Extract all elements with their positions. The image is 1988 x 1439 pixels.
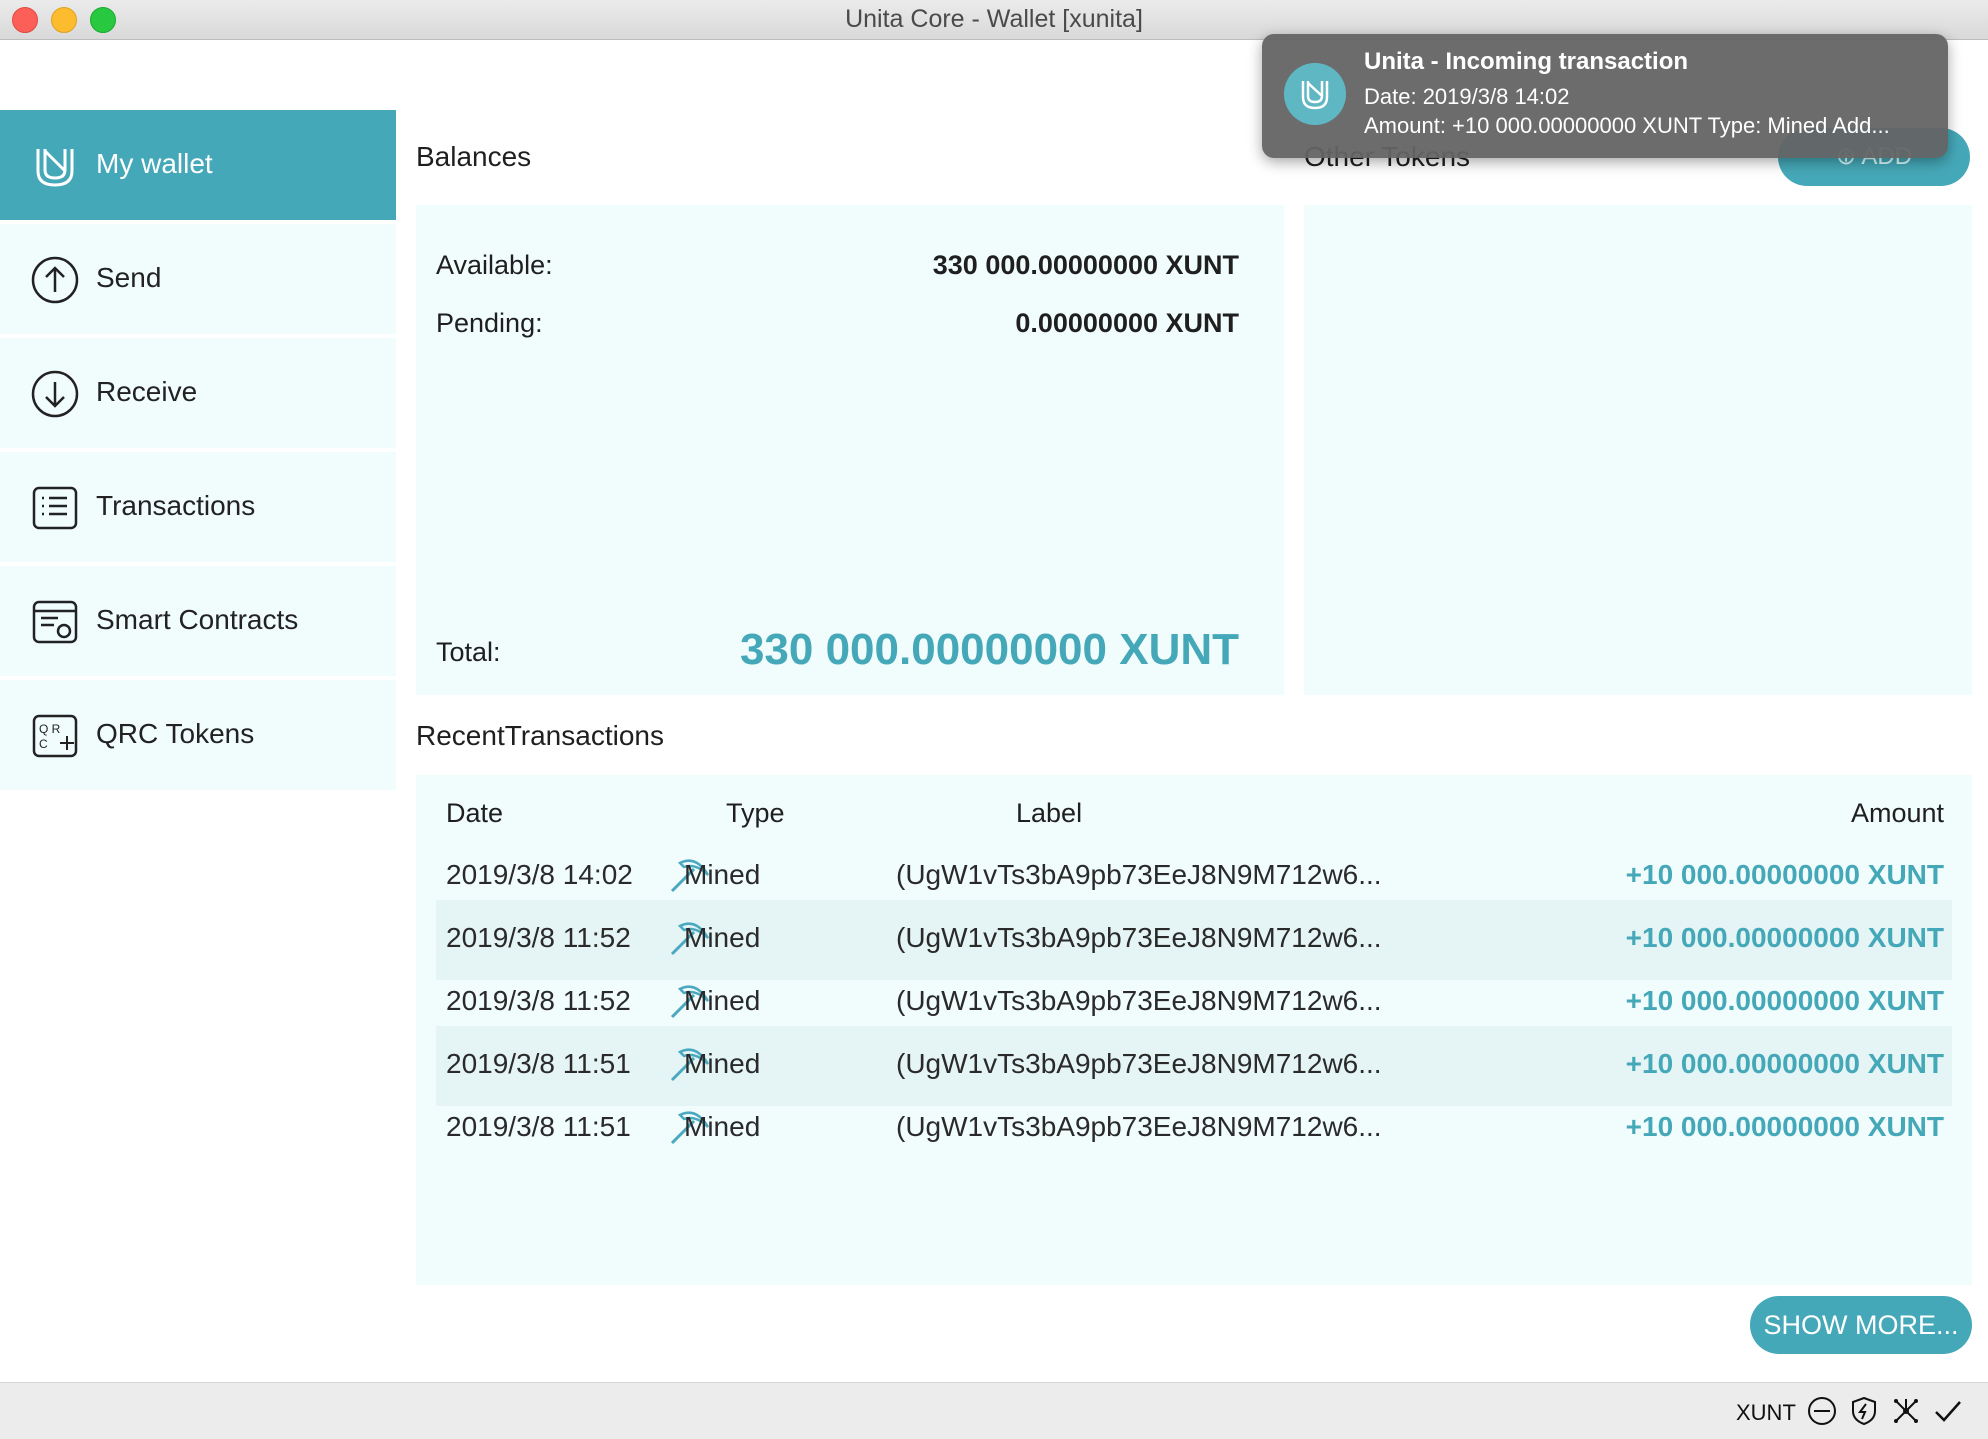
column-header-date: Date [446,798,504,828]
svg-text:Q R: Q R [39,722,61,736]
pending-value: 0.00000000 XUNT [1015,308,1239,338]
notification-amount: Amount: +10 000.00000000 XUNT Type: Mine… [1364,113,1890,138]
available-label: Available: [436,250,553,280]
sidebar-item-label: Receive [96,376,198,407]
tokens-panel [1304,205,1972,695]
tx-label: (UgW1vTs3bA9pb73EeJ8N9M712w6... [896,1048,1382,1079]
tx-label: (UgW1vTs3bA9pb73EeJ8N9M712w6... [896,859,1382,890]
shield-icon[interactable] [1848,1395,1880,1427]
sidebar-item-label: Send [96,262,162,293]
sidebar-item-transactions[interactable]: Transactions [0,452,396,562]
recent-transactions-table: Date Type Label Amount 2019/3/8 14:02 Min… [416,775,1972,1285]
tx-type: Mined [684,985,761,1016]
notification-title: Unita - Incoming transaction [1364,48,1689,75]
pending-label: Pending: [436,308,543,338]
svg-text:C: C [39,737,48,751]
sidebar-item-label: Transactions [96,490,256,521]
tx-label: (UgW1vTs3bA9pb73EeJ8N9M712w6... [896,1111,1382,1142]
sidebar: My wallet Send Receive Transactions Smar… [0,110,396,794]
sidebar-item-send[interactable]: Send [0,224,396,334]
notification-date: Date: 2019/3/8 14:02 [1364,84,1570,109]
incoming-transaction-notification[interactable]: Unita - Incoming transaction Date: 2019/… [1262,34,1948,158]
tx-date: 2019/3/8 11:51 [446,1111,631,1142]
qrc-token-icon: Q R C [32,714,78,758]
arrow-up-circle-icon [31,256,79,304]
available-value: 330 000.00000000 XUNT [932,250,1239,280]
sidebar-item-label: Smart Contracts [96,604,299,635]
sidebar-item-label: My wallet [96,148,213,179]
balances-heading: Balances [416,141,532,172]
app-logo-icon [1284,63,1346,125]
arrow-down-circle-icon [31,370,79,418]
tx-type: Mined [684,859,761,890]
tx-amount: +10 000.00000000 XUNT [1625,1111,1944,1142]
tx-amount: +10 000.00000000 XUNT [1625,859,1944,890]
tx-type: Mined [684,1048,761,1079]
tx-type: Mined [684,1111,761,1142]
status-unit-label[interactable]: XUNT [1736,1400,1796,1426]
column-header-amount: Amount [1850,798,1944,828]
tx-amount: +10 000.00000000 XUNT [1625,1048,1944,1079]
balances-panel: Available: 330 000.00000000 XUNT Pending… [416,205,1284,695]
column-header-type: Type [726,798,785,828]
sidebar-item-label: QRC Tokens [96,718,255,749]
tx-date: 2019/3/8 11:51 [446,1048,631,1079]
sidebar-item-smart-contracts[interactable]: Smart Contracts [0,566,396,676]
recent-transactions-heading: RecentTransactions [416,720,664,751]
tx-label: (UgW1vTs3bA9pb73EeJ8N9M712w6... [896,985,1382,1016]
total-label: Total: [436,637,501,667]
contract-icon [32,600,78,644]
list-icon [32,486,78,530]
sidebar-item-qrc-tokens[interactable]: Q R C QRC Tokens [0,680,396,790]
tx-amount: +10 000.00000000 XUNT [1625,985,1944,1016]
tx-label: (UgW1vTs3bA9pb73EeJ8N9M712w6... [896,922,1382,953]
network-icon[interactable] [1890,1395,1922,1427]
tx-date: 2019/3/8 14:02 [446,859,633,890]
hd-status-icon[interactable] [1806,1395,1838,1427]
status-bar: XUNT [0,1382,1988,1439]
tx-type: Mined [684,922,761,953]
table-row[interactable]: 2019/3/8 11:51 Mined (UgW1vTs3bA9pb73EeJ8N… [436,1089,1952,1169]
window-title: Unita Core - Wallet [xunita] [845,5,1143,33]
wallet-logo-icon [36,149,74,187]
tx-amount: +10 000.00000000 XUNT [1625,922,1944,953]
tx-date: 2019/3/8 11:52 [446,985,631,1016]
sidebar-item-my-wallet[interactable]: My wallet [0,110,396,220]
synced-check-icon[interactable] [1932,1395,1964,1427]
total-value: 330 000.00000000 XUNT [739,625,1239,674]
show-more-button[interactable]: SHOW MORE... [1750,1296,1972,1354]
sidebar-item-receive[interactable]: Receive [0,338,396,448]
column-header-label: Label [1016,798,1083,828]
tx-date: 2019/3/8 11:52 [446,922,631,953]
